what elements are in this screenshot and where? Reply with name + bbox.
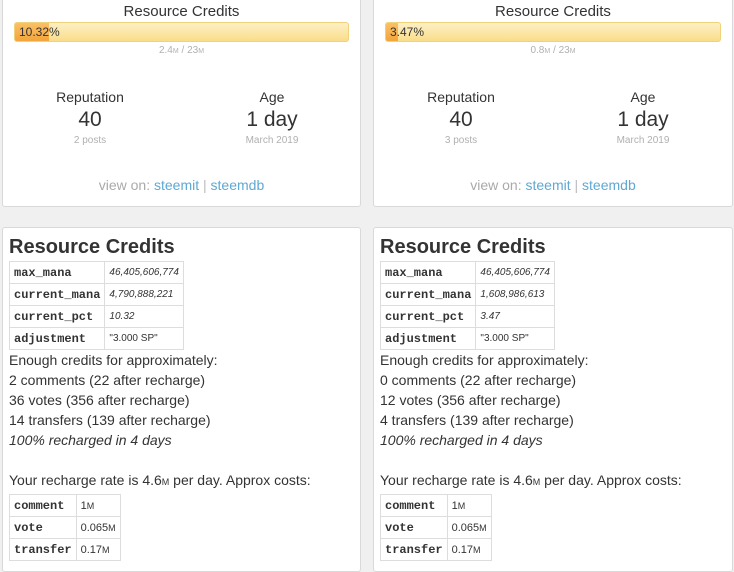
table-row: transfer 0.17M (380, 538, 492, 561)
age-stat: Age 1 day March 2019 (573, 88, 713, 148)
table-row: current_mana 1,608,986,613 (379, 283, 555, 306)
reputation-label: Reputation (427, 89, 495, 105)
rc-details-card-left: Resource Credits max_mana 46,405,606,774 … (2, 227, 361, 572)
enough-credits-text: Enough credits for approximately: (380, 352, 589, 368)
rc-details-title: Resource Credits (380, 236, 546, 258)
transfers-estimate: 4 transfers (139 after recharge) (380, 412, 574, 428)
table-row: comment 1M (9, 494, 121, 517)
costs-table: comment 1M vote 0.065M transfer 0.17M (380, 494, 492, 561)
table-row: transfer 0.17M (9, 538, 121, 561)
comments-estimate: 2 comments (22 after recharge) (9, 372, 206, 388)
rc-progress-bar: 3.47% (385, 22, 721, 42)
steemit-link[interactable]: steemit (154, 177, 199, 193)
view-on-links: view on: steemit | steemdb (98, 177, 265, 193)
table-row: max_mana 46,405,606,774 (8, 261, 184, 284)
rc-ratio: 2.4M / 23M (158, 45, 205, 56)
age-value: 1 day (246, 108, 298, 131)
rc-title: Resource Credits (123, 3, 240, 20)
steemdb-link[interactable]: steemdb (211, 177, 265, 193)
age-label: Age (630, 89, 656, 105)
age-date: March 2019 (616, 135, 670, 146)
reputation-label: Reputation (56, 89, 124, 105)
account-summary-card-left: Resource Credits 10.32% 2.4M / 23M Reput… (2, 0, 361, 207)
table-row: vote 0.065M (380, 516, 492, 539)
recharge-rate: Your recharge rate is 4.6M per day. Appr… (9, 472, 311, 488)
post-count: 3 posts (444, 135, 478, 146)
age-stat: Age 1 day March 2019 (202, 88, 342, 148)
steemdb-link[interactable]: steemdb (582, 177, 636, 193)
age-value: 1 day (617, 108, 669, 131)
rc-details-title: Resource Credits (9, 236, 175, 258)
rc-percent-label: 10.32% (19, 25, 60, 39)
table-row: current_mana 4,790,888,221 (8, 283, 184, 306)
votes-estimate: 12 votes (356 after recharge) (380, 392, 561, 408)
account-summary-card-right: Resource Credits 3.47% 0.8M / 23M Reputa… (373, 0, 733, 207)
mana-table: max_mana 46,405,606,774 current_mana 4,790… (8, 261, 184, 350)
steemit-link[interactable]: steemit (526, 177, 571, 193)
votes-estimate: 36 votes (356 after recharge) (9, 392, 190, 408)
view-on-links: view on: steemit | steemdb (470, 177, 636, 193)
comments-estimate: 0 comments (22 after recharge) (380, 372, 577, 388)
rc-percent-label: 3.47% (390, 25, 425, 39)
rc-ratio: 0.8M / 23M (530, 45, 576, 56)
post-count: 2 posts (73, 135, 107, 146)
recharge-time: 100% recharged in 4 days (9, 432, 172, 448)
costs-table: comment 1M vote 0.065M transfer 0.17M (9, 494, 121, 561)
recharge-rate: Your recharge rate is 4.6M per day. Appr… (380, 472, 682, 488)
rc-progress-bar: 10.32% (14, 22, 349, 42)
rc-title: Resource Credits (495, 3, 611, 20)
table-row: current_pct 3.47 (379, 305, 555, 328)
table-row: comment 1M (380, 494, 492, 517)
table-row: current_pct 10.32 (8, 305, 184, 328)
age-label: Age (259, 89, 285, 105)
reputation-stat: Reputation 40 2 posts (20, 88, 160, 148)
table-row: adjustment "3.000 SP" (8, 327, 184, 350)
reputation-value: 40 (449, 108, 473, 131)
enough-credits-text: Enough credits for approximately: (9, 352, 218, 368)
mana-table: max_mana 46,405,606,774 current_mana 1,608… (379, 261, 555, 350)
table-row: adjustment "3.000 SP" (379, 327, 555, 350)
recharge-time: 100% recharged in 4 days (380, 432, 543, 448)
rc-details-card-right: Resource Credits max_mana 46,405,606,774 … (373, 227, 733, 572)
reputation-value: 40 (78, 108, 102, 131)
table-row: max_mana 46,405,606,774 (379, 261, 555, 284)
transfers-estimate: 14 transfers (139 after recharge) (9, 412, 211, 428)
reputation-stat: Reputation 40 3 posts (391, 88, 531, 148)
age-date: March 2019 (245, 135, 299, 146)
table-row: vote 0.065M (9, 516, 121, 539)
